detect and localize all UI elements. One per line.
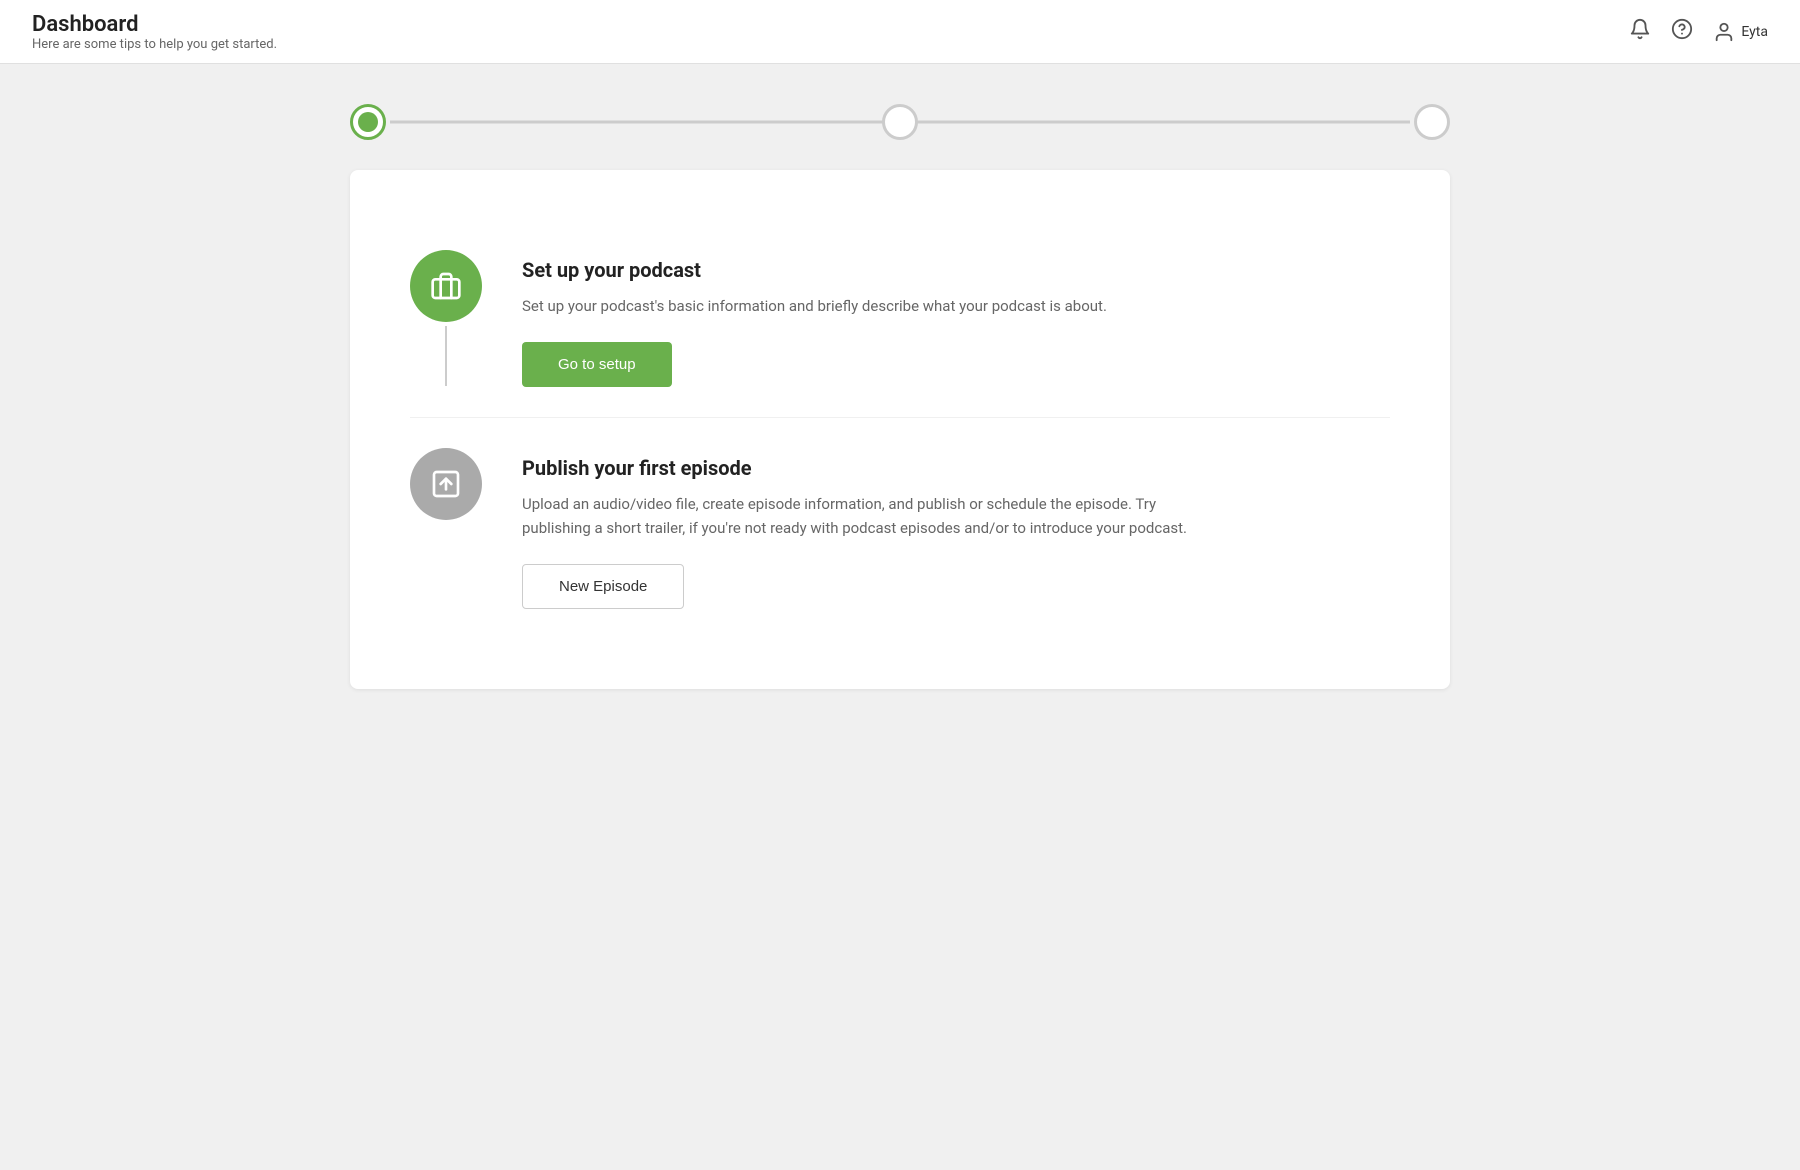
step-setup-description: Set up your podcast's basic information … (522, 294, 1222, 318)
step-publish-icon-col (410, 448, 482, 520)
stepper-node-1 (350, 104, 386, 140)
go-to-setup-button[interactable]: Go to setup (522, 342, 672, 387)
page-header: Dashboard Here are some tips to help you… (32, 12, 277, 52)
step-setup-icon-col (410, 250, 482, 386)
help-icon[interactable] (1671, 18, 1693, 45)
user-name: Eyta (1741, 24, 1768, 40)
step-setup-content: Set up your podcast Set up your podcast'… (522, 250, 1390, 387)
topbar-actions: Eyta (1629, 18, 1768, 45)
step-publish-icon (410, 448, 482, 520)
user-icon (1713, 21, 1735, 43)
stepper-node-3 (1414, 104, 1450, 140)
step-publish-content: Publish your first episode Upload an aud… (522, 448, 1390, 609)
stepper (350, 104, 1450, 140)
step-setup: Set up your podcast Set up your podcast'… (410, 220, 1390, 417)
page-subtitle: Here are some tips to help you get start… (32, 37, 277, 52)
step-publish: Publish your first episode Upload an aud… (410, 417, 1390, 639)
step-setup-icon (410, 250, 482, 322)
stepper-nodes (350, 104, 1450, 140)
main-content: Set up your podcast Set up your podcast'… (0, 64, 1800, 729)
step-setup-title: Set up your podcast (522, 258, 1390, 282)
topbar: Dashboard Here are some tips to help you… (0, 0, 1800, 64)
tips-card: Set up your podcast Set up your podcast'… (350, 170, 1450, 689)
user-menu[interactable]: Eyta (1713, 21, 1768, 43)
new-episode-button[interactable]: New Episode (522, 564, 684, 609)
step-publish-title: Publish your first episode (522, 456, 1390, 480)
step-publish-description: Upload an audio/video file, create episo… (522, 492, 1222, 540)
notification-icon[interactable] (1629, 18, 1651, 45)
step-connector-1 (445, 326, 447, 386)
stepper-node-2 (882, 104, 918, 140)
page-title: Dashboard (32, 12, 277, 37)
